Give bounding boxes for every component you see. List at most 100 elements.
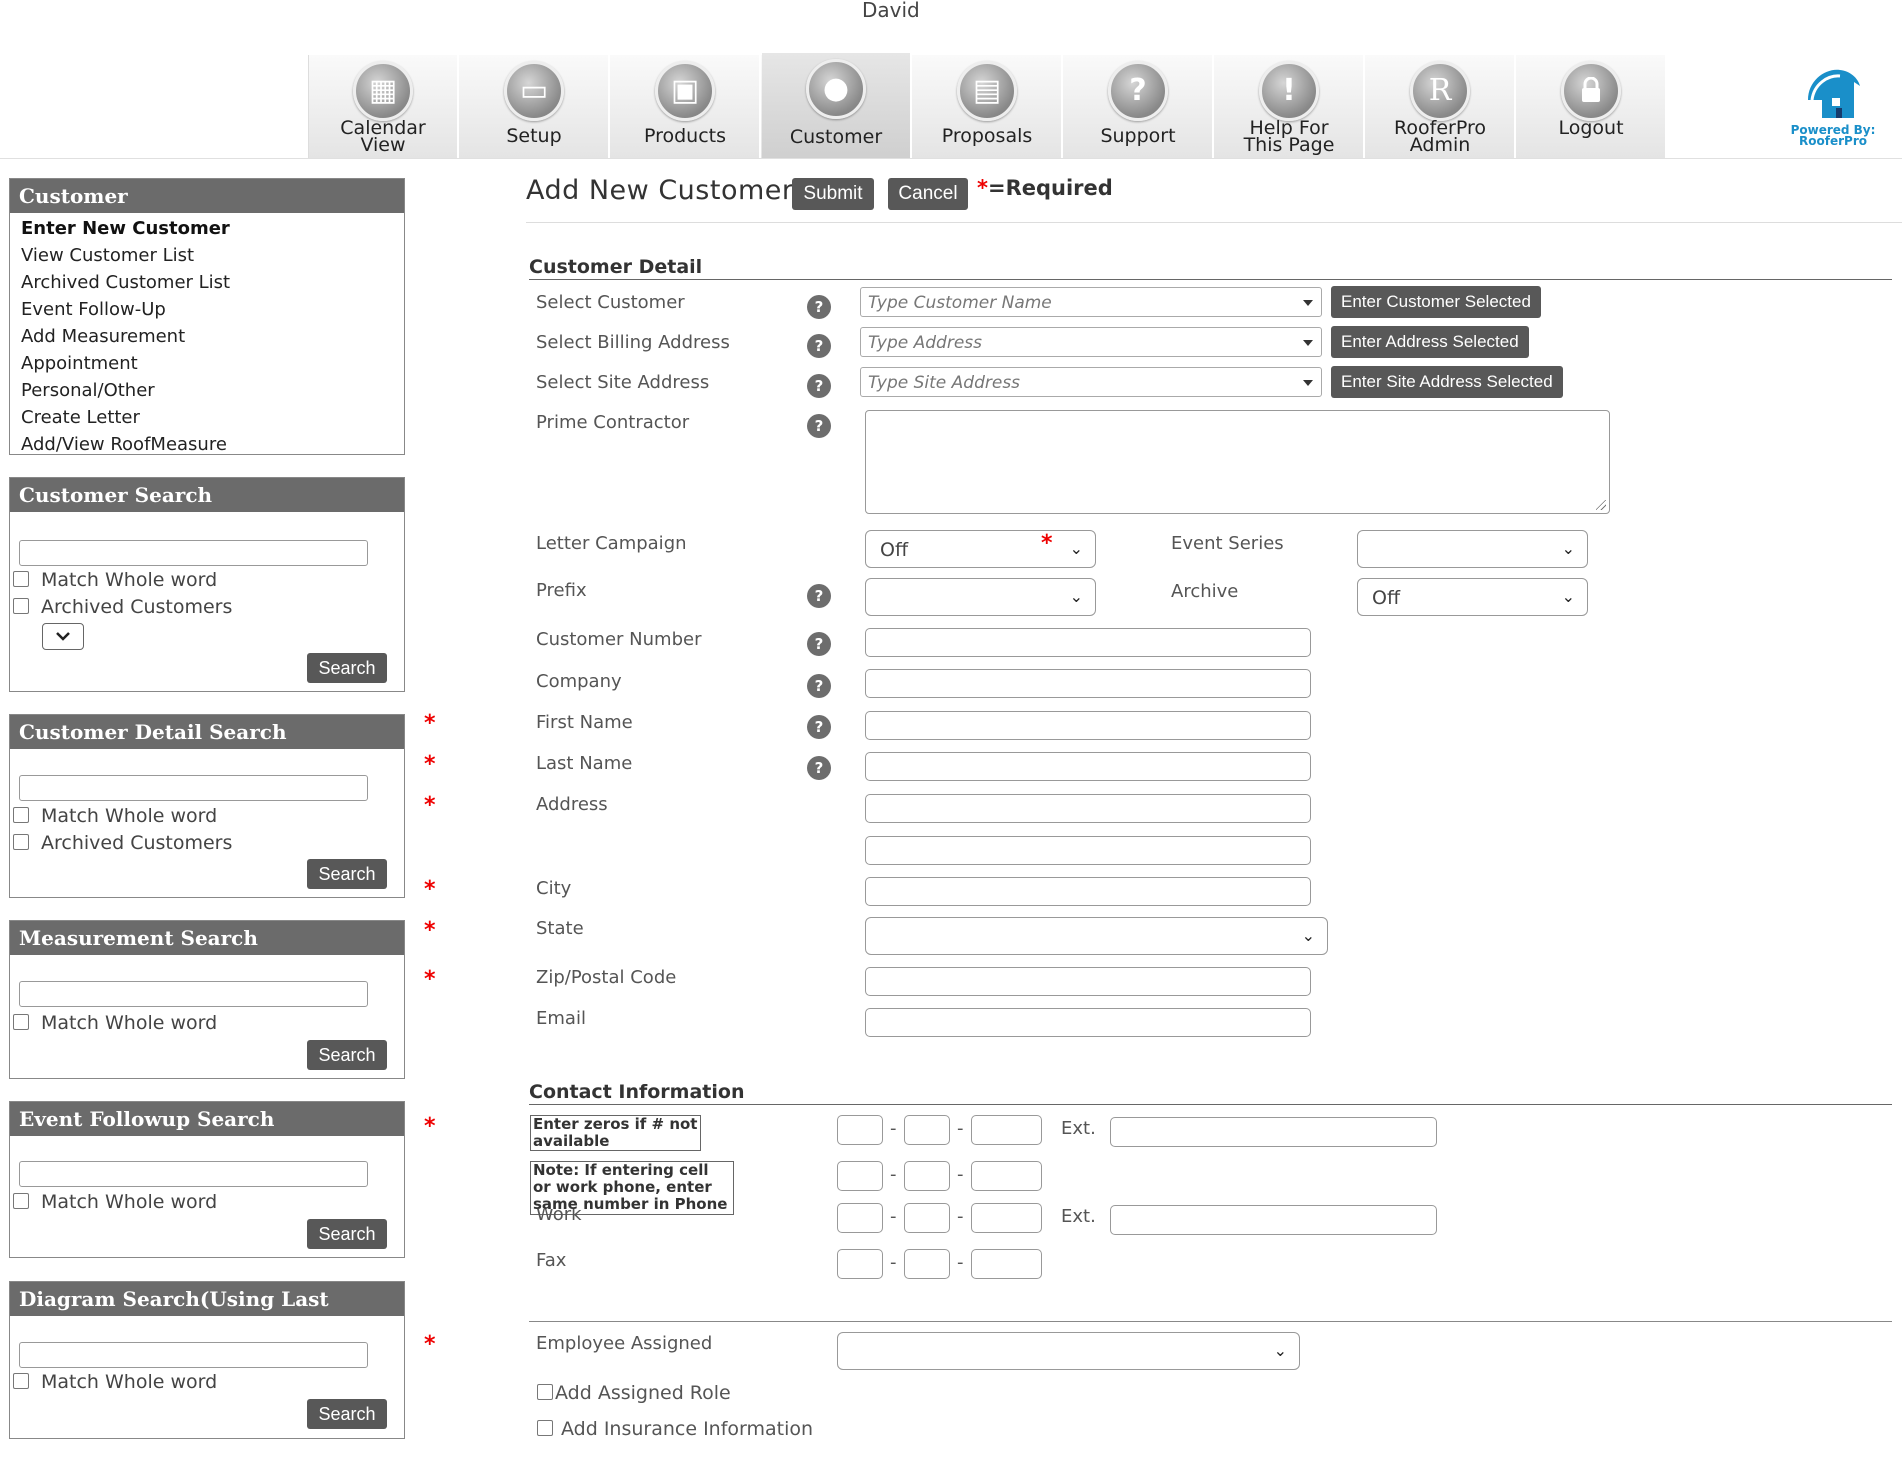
match-whole-word-option[interactable]: Match Whole word [13,1191,217,1213]
measurement-search-input[interactable] [19,981,368,1007]
phone-prefix-input[interactable] [904,1115,950,1145]
help-icon[interactable]: ? [807,632,831,656]
address-line1-input[interactable] [865,794,1311,823]
archived-customers-checkbox[interactable] [13,598,29,614]
menu-personal-other[interactable]: Personal/Other [10,377,404,404]
customer-number-input[interactable] [865,628,1311,657]
customer-search-input[interactable] [19,540,368,566]
event-series-select[interactable]: ⌄ [1357,530,1588,568]
match-whole-word-option[interactable]: Match Whole word [13,805,217,827]
match-whole-word-checkbox[interactable] [13,1193,29,1209]
diagram-search-input[interactable] [19,1342,368,1368]
cancel-button[interactable]: Cancel [888,178,968,210]
work-area-code-input[interactable] [837,1203,883,1233]
nav-products[interactable]: ▣ Products [611,55,761,159]
add-assigned-role-option[interactable]: Add Assigned Role [537,1382,731,1404]
menu-add-measurement[interactable]: Add Measurement [10,323,404,350]
enter-address-selected-button[interactable]: Enter Address Selected [1331,326,1529,358]
employee-assigned-select[interactable]: ⌄ [837,1332,1300,1370]
employee-assigned-label: Employee Assigned [536,1333,713,1354]
cell-line-input[interactable] [971,1161,1042,1191]
fax-line-input[interactable] [971,1249,1042,1279]
add-insurance-checkbox[interactable] [537,1420,553,1436]
prefix-label: Prefix [536,580,587,601]
resize-grip-icon[interactable] [1596,500,1606,510]
help-icon[interactable]: ? [807,295,831,319]
work-ext-input[interactable] [1110,1205,1437,1235]
menu-view-customer-list[interactable]: View Customer List [10,242,404,269]
enter-customer-selected-button[interactable]: Enter Customer Selected [1331,286,1541,318]
state-select[interactable]: ⌄ [865,917,1328,955]
diagram-search-button[interactable]: Search [307,1399,387,1429]
add-insurance-option[interactable]: Add Insurance Information [537,1418,813,1440]
cell-prefix-input[interactable] [904,1161,950,1191]
zip-input[interactable] [865,967,1311,996]
cell-area-code-input[interactable] [837,1161,883,1191]
city-input[interactable] [865,877,1311,906]
match-whole-word-checkbox[interactable] [13,571,29,587]
match-whole-word-option[interactable]: Match Whole word [13,1371,217,1393]
help-icon[interactable]: ? [807,584,831,608]
prefix-select[interactable]: ⌄ [865,578,1096,616]
fax-prefix-input[interactable] [904,1249,950,1279]
customer-search-button[interactable]: Search [307,653,387,683]
nav-customer[interactable]: ● Customer [762,53,912,159]
phone-ext-input[interactable] [1110,1117,1437,1147]
address-line2-input[interactable] [865,836,1311,865]
nav-setup[interactable]: ▭ Setup [460,55,610,159]
select-site-address-combo[interactable]: Type Site Address [860,367,1322,397]
archived-customers-checkbox[interactable] [13,834,29,850]
match-whole-word-checkbox[interactable] [13,807,29,823]
menu-event-follow-up[interactable]: Event Follow-Up [10,296,404,323]
menu-add-view-roofmeasure[interactable]: Add/View RoofMeasure [10,431,404,458]
nav-logout[interactable]: Logout [1517,55,1667,159]
work-line-input[interactable] [971,1203,1042,1233]
submit-button[interactable]: Submit [792,178,874,210]
select-customer-combo[interactable]: Type Customer Name [860,287,1322,317]
match-whole-word-checkbox[interactable] [13,1014,29,1030]
phone-line-input[interactable] [971,1115,1042,1145]
match-whole-word-checkbox[interactable] [13,1373,29,1389]
help-icon[interactable]: ? [807,674,831,698]
menu-enter-new-customer[interactable]: Enter New Customer [10,215,404,242]
help-icon[interactable]: ? [807,334,831,358]
menu-archived-customer-list[interactable]: Archived Customer List [10,269,404,296]
setup-icon: ▭ [504,61,564,121]
company-input[interactable] [865,669,1311,698]
work-prefix-input[interactable] [904,1203,950,1233]
help-icon[interactable]: ? [807,715,831,739]
fax-area-code-input[interactable] [837,1249,883,1279]
first-name-input[interactable] [865,711,1311,740]
add-assigned-role-checkbox[interactable] [537,1384,553,1400]
detail-search-button[interactable]: Search [307,859,387,889]
event-search-input[interactable] [19,1161,368,1187]
archive-select[interactable]: Off ⌄ [1357,578,1588,616]
nav-calendar-view[interactable]: ▦ Calendar View [309,55,459,159]
help-icon[interactable]: ? [807,414,831,438]
select-billing-address-combo[interactable]: Type Address [860,327,1322,357]
match-whole-word-option[interactable]: Match Whole word [13,1012,217,1034]
menu-create-letter[interactable]: Create Letter [10,404,404,431]
menu-appointment[interactable]: Appointment [10,350,404,377]
box-title: Diagram Search(Using Last Name) [10,1282,404,1345]
nav-help[interactable]: ! Help For This Page [1215,55,1365,159]
letter-campaign-select[interactable]: Off ⌄ [865,530,1096,568]
help-icon[interactable]: ? [807,374,831,398]
archived-customers-option[interactable]: Archived Customers [13,832,232,854]
prime-contractor-textarea[interactable] [865,410,1610,514]
enter-site-address-selected-button[interactable]: Enter Site Address Selected [1331,366,1563,398]
measurement-search-button[interactable]: Search [307,1040,387,1070]
email-input[interactable] [865,1008,1311,1037]
search-field-select[interactable] [42,623,84,650]
last-name-input[interactable] [865,752,1311,781]
match-whole-word-option[interactable]: Match Whole word [13,569,217,591]
nav-proposals[interactable]: ▤ Proposals [913,55,1063,159]
event-search-button[interactable]: Search [307,1219,387,1249]
nav-support[interactable]: ? Support [1064,55,1214,159]
help-icon[interactable]: ? [807,756,831,780]
nav-rooferpro-admin[interactable]: R RooferPro Admin [1366,55,1516,159]
letter-campaign-label: Letter Campaign [536,533,687,554]
detail-search-input[interactable] [19,775,368,801]
archived-customers-option[interactable]: Archived Customers [13,596,232,618]
phone-area-code-input[interactable] [837,1115,883,1145]
